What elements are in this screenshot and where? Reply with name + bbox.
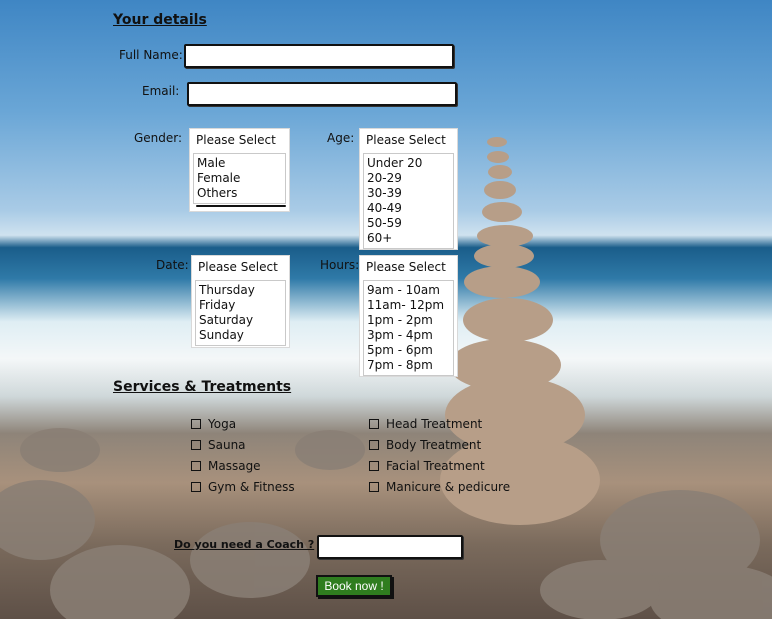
hours-options: 9am - 10am 11am- 12pm 1pm - 2pm 3pm - 4p…: [363, 280, 454, 376]
book-now-button[interactable]: Book now !: [316, 575, 392, 597]
age-label: Age:: [327, 131, 355, 145]
checkbox-label: Massage: [208, 459, 261, 473]
checkbox-label: Body Treatment: [386, 438, 482, 452]
checkbox-box[interactable]: [191, 440, 201, 450]
service-checkbox-massage[interactable]: Massage: [191, 459, 261, 473]
service-checkbox-sauna[interactable]: Sauna: [191, 438, 246, 452]
checkbox-box[interactable]: [191, 482, 201, 492]
checkbox-label: Yoga: [208, 417, 237, 431]
gender-option[interactable]: Male: [197, 156, 282, 171]
coach-label: Do you need a Coach ?: [174, 538, 315, 551]
gender-option[interactable]: Others: [197, 186, 282, 201]
checkbox-label: Sauna: [208, 438, 246, 452]
full-name-label: Full Name:: [119, 48, 183, 62]
date-option[interactable]: Friday: [199, 298, 282, 313]
date-option[interactable]: Saturday: [199, 313, 282, 328]
age-selected-value: Please Select: [366, 133, 446, 147]
service-checkbox-facial[interactable]: Facial Treatment: [369, 459, 485, 473]
checkbox-box[interactable]: [369, 482, 379, 492]
hours-select[interactable]: Please Select 9am - 10am 11am- 12pm 1pm …: [359, 255, 458, 377]
hours-option[interactable]: 5pm - 6pm: [367, 343, 450, 358]
age-select[interactable]: Please Select Under 20 20-29 30-39 40-49…: [359, 128, 458, 250]
checkbox-box[interactable]: [191, 419, 201, 429]
service-checkbox-head[interactable]: Head Treatment: [369, 417, 482, 431]
service-checkbox-manicure[interactable]: Manicure & pedicure: [369, 480, 510, 494]
age-option[interactable]: 50-59: [367, 216, 450, 231]
date-option[interactable]: Sunday: [199, 328, 282, 343]
age-option[interactable]: 60+: [367, 231, 450, 246]
checkbox-box[interactable]: [369, 461, 379, 471]
age-option[interactable]: 20-29: [367, 171, 450, 186]
checkbox-box[interactable]: [369, 440, 379, 450]
full-name-input[interactable]: [184, 44, 454, 68]
hours-option[interactable]: 7pm - 8pm: [367, 358, 450, 373]
date-selected-value: Please Select: [198, 260, 278, 274]
hours-option[interactable]: 11am- 12pm: [367, 298, 450, 313]
gender-options: Male Female Others: [193, 153, 286, 204]
gender-select[interactable]: Please Select Male Female Others: [189, 128, 290, 212]
service-checkbox-yoga[interactable]: Yoga: [191, 417, 236, 431]
checkbox-box[interactable]: [191, 461, 201, 471]
age-options: Under 20 20-29 30-39 40-49 50-59 60+: [363, 153, 454, 249]
gender-option[interactable]: Female: [197, 171, 282, 186]
email-label: Email:: [142, 84, 180, 98]
services-heading: Services & Treatments: [113, 379, 292, 395]
checkbox-label: Manicure & pedicure: [386, 480, 511, 494]
hours-option[interactable]: 3pm - 4pm: [367, 328, 450, 343]
date-select[interactable]: Please Select Thursday Friday Saturday S…: [191, 255, 290, 348]
checkbox-label: Head Treatment: [386, 417, 483, 431]
coach-input[interactable]: [317, 535, 463, 559]
age-option[interactable]: Under 20: [367, 156, 450, 171]
hours-option[interactable]: 9am - 10am: [367, 283, 450, 298]
hours-option[interactable]: 1pm - 2pm: [367, 313, 450, 328]
hours-selected-value: Please Select: [366, 260, 446, 274]
handdrawn-underline: [196, 205, 286, 207]
age-option[interactable]: 40-49: [367, 201, 450, 216]
service-checkbox-gym[interactable]: Gym & Fitness: [191, 480, 295, 494]
email-input[interactable]: [187, 82, 457, 106]
checkbox-label: Gym & Fitness: [208, 480, 295, 494]
gender-selected-value: Please Select: [196, 133, 276, 147]
gender-label: Gender:: [134, 131, 183, 145]
age-option[interactable]: 30-39: [367, 186, 450, 201]
your-details-heading: Your details: [113, 12, 207, 28]
date-options: Thursday Friday Saturday Sunday: [195, 280, 286, 346]
hours-label: Hours:: [320, 258, 360, 272]
date-option[interactable]: Thursday: [199, 283, 282, 298]
date-label: Date:: [156, 258, 189, 272]
checkbox-label: Facial Treatment: [386, 459, 485, 473]
service-checkbox-body[interactable]: Body Treatment: [369, 438, 481, 452]
checkbox-box[interactable]: [369, 419, 379, 429]
